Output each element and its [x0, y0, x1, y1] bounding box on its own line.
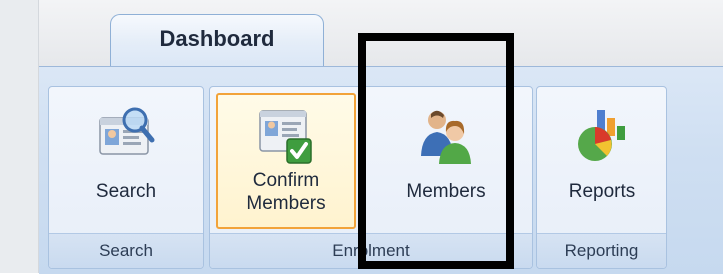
group-caption-enrolment: Enrolment	[210, 233, 532, 268]
ribbon-group-search: Search Search	[48, 86, 204, 269]
search-card-icon	[99, 107, 155, 155]
members-icon	[421, 110, 471, 164]
confirm-members-label-line2: Members	[246, 193, 326, 214]
left-side-panel	[0, 0, 39, 273]
confirm-members-label: Confirm Members	[246, 169, 325, 215]
members-button-label: Members	[406, 181, 486, 202]
ribbon-group-reporting: Reports Reporting	[536, 86, 667, 269]
tab-dashboard[interactable]: Dashboard	[110, 14, 324, 67]
confirm-members-button[interactable]: Confirm Members	[216, 93, 356, 229]
reports-chart-icon	[578, 110, 625, 161]
search-button-label: Search	[95, 181, 157, 202]
confirm-members-icon	[259, 110, 312, 164]
reports-button-label: Reports	[568, 181, 636, 202]
ribbon-group-enrolment: Confirm Members Members Enrolment	[209, 86, 533, 269]
confirm-members-label-line1: Confirm	[252, 170, 320, 191]
search-button[interactable]: Search	[53, 93, 199, 229]
members-button[interactable]: Members	[372, 93, 520, 229]
group-caption-reporting: Reporting	[537, 233, 666, 268]
reports-button[interactable]: Reports	[543, 93, 661, 229]
group-caption-search: Search	[49, 233, 203, 268]
tab-dashboard-label: Dashboard	[159, 26, 275, 51]
